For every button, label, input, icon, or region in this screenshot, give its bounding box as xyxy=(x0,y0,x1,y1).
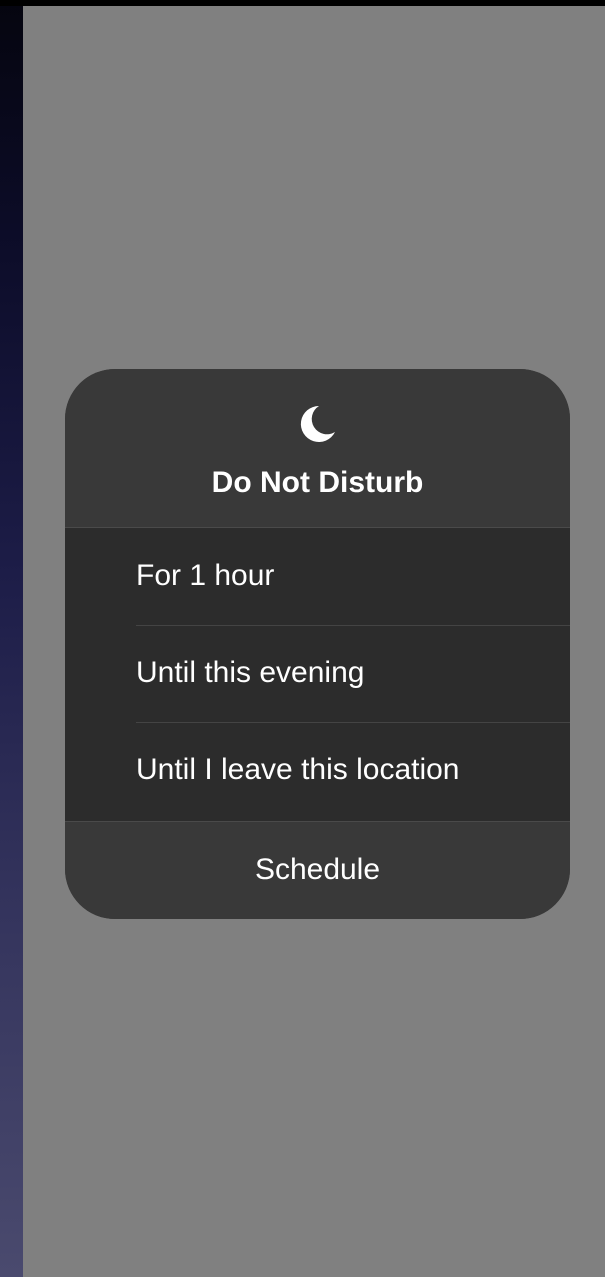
option-until-leave-location[interactable]: Until I leave this location xyxy=(65,722,570,819)
option-label: Until I leave this location xyxy=(136,753,460,786)
menu-header: Do Not Disturb xyxy=(65,369,570,526)
option-label: For 1 hour xyxy=(136,559,275,592)
menu-title: Do Not Disturb xyxy=(211,466,424,499)
dnd-options-list: For 1 hour Until this evening Until I le… xyxy=(65,527,570,822)
option-until-this-evening[interactable]: Until this evening xyxy=(65,625,570,722)
schedule-label: Schedule xyxy=(254,853,381,886)
do-not-disturb-menu: Do Not Disturb For 1 hour Until this eve… xyxy=(65,369,570,919)
moon-icon xyxy=(300,405,335,442)
option-for-1-hour[interactable]: For 1 hour xyxy=(65,528,570,625)
schedule-button[interactable]: Schedule xyxy=(65,821,570,919)
option-label: Until this evening xyxy=(136,656,365,689)
